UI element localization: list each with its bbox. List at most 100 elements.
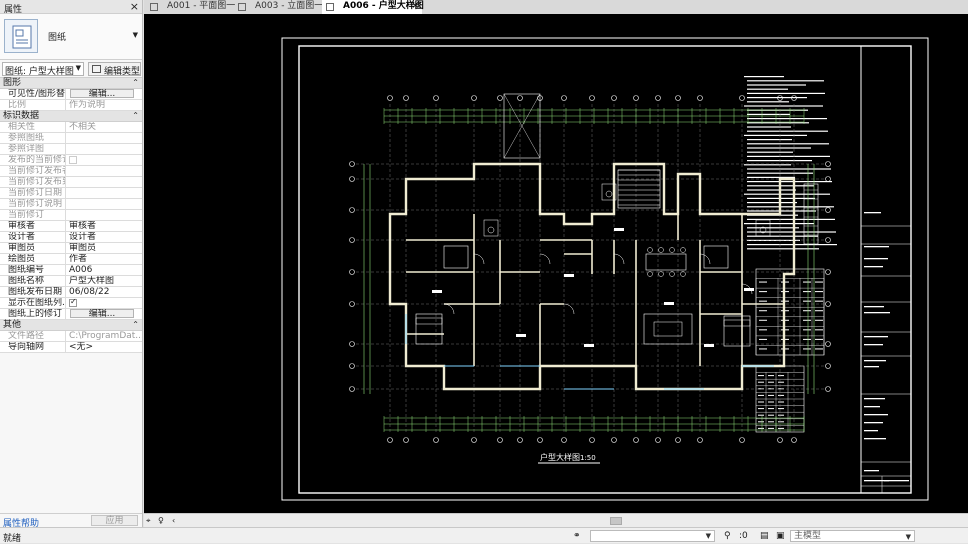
property-value: 户型大样图: [69, 276, 115, 286]
tab-a006[interactable]: A006 - 户型大样图 ×: [322, 0, 424, 14]
property-row[interactable]: 参照图纸: [0, 133, 142, 144]
property-value: [66, 177, 142, 187]
grid-bubble: [589, 437, 595, 443]
schedule-cell-mark: [803, 319, 811, 321]
revisions-edit-button[interactable]: 编辑...: [70, 309, 134, 319]
property-row[interactable]: 可见性/图形替换 编辑...: [0, 89, 142, 100]
note-line: [747, 84, 806, 86]
apply-button[interactable]: 应用: [91, 515, 138, 526]
chevron-left-icon[interactable]: ‹: [172, 516, 175, 525]
tab-a001[interactable]: A001 - 平面图一: [146, 0, 235, 14]
property-row[interactable]: 显示在图纸列...: [0, 298, 142, 309]
property-key: 相关性: [0, 122, 66, 132]
sheet-outer-frame: [281, 37, 929, 501]
title-block-text-line: [864, 438, 886, 440]
tab-a003[interactable]: A003 - 立面图一: [234, 0, 323, 14]
section-identity-label: 标识数据: [3, 111, 40, 121]
workset-dropdown[interactable]: ▼: [590, 530, 715, 542]
design-option-icon[interactable]: ▤: [760, 531, 769, 541]
grid-bubble: [825, 363, 831, 369]
schedule-cell-mark: [768, 375, 774, 377]
property-row[interactable]: 审核者 审核者: [0, 221, 142, 232]
close-icon[interactable]: ×: [411, 0, 419, 13]
property-value: 审图员: [69, 243, 97, 253]
section-graphics[interactable]: 图形 ⌃: [0, 78, 142, 89]
note-line: [747, 151, 793, 153]
schedule-cell-mark: [759, 338, 767, 340]
property-row[interactable]: 参照详图: [0, 144, 142, 155]
type-selector[interactable]: 图纸 ▼: [0, 14, 142, 60]
grid-bubble: [697, 95, 703, 101]
property-row[interactable]: 文件路径 C:\ProgramDat...: [0, 331, 142, 342]
property-row[interactable]: 当前修订发布到: [0, 177, 142, 188]
drawing-canvas[interactable]: 户型大样图 1:50: [144, 14, 968, 513]
view-scale: 1:50: [580, 454, 596, 462]
title-block-text-line: [864, 366, 879, 368]
main-model-dropdown[interactable]: 主模型 ▼: [790, 530, 915, 542]
workset-icon[interactable]: ⚭: [573, 531, 581, 541]
grid-bubble: [561, 95, 567, 101]
property-row[interactable]: 导向轴网 <无>: [0, 342, 142, 353]
property-row[interactable]: 比例 作为说明: [0, 100, 142, 111]
schedule-cell-mark: [815, 310, 823, 312]
collapse-icon[interactable]: ⌃: [132, 320, 139, 330]
section-other-label: 其他: [3, 320, 22, 330]
property-row[interactable]: 设计者 设计者: [0, 232, 142, 243]
sheet-icon: [150, 3, 158, 11]
note-line: [744, 223, 814, 225]
property-row[interactable]: 图纸发布日期 06/08/22: [0, 287, 142, 298]
note-line: [747, 101, 789, 103]
property-row[interactable]: 图纸名称 户型大样图: [0, 276, 142, 287]
instance-filter-dropdown[interactable]: 图纸: 户型大样图 ▼: [2, 62, 84, 76]
chevron-down-icon[interactable]: ▼: [133, 31, 138, 39]
property-row[interactable]: 当前修订日期: [0, 188, 142, 199]
property-row[interactable]: 绘图员 作者: [0, 254, 142, 265]
property-row[interactable]: 图纸上的修订 编辑...: [0, 309, 142, 320]
schedule-cell-mark: [778, 414, 784, 416]
chevron-down-icon: ▼: [705, 532, 711, 540]
property-row[interactable]: 相关性 不相关: [0, 122, 142, 133]
note-line: [747, 160, 812, 162]
grid-bubble: [611, 95, 617, 101]
property-value: 06/08/22: [69, 287, 110, 297]
bed: [443, 245, 469, 269]
collapse-icon[interactable]: ⌃: [132, 111, 139, 121]
grid-bubble: [633, 95, 639, 101]
section-identity[interactable]: 标识数据 ⌃: [0, 111, 142, 122]
bulb-icon[interactable]: ♀: [158, 516, 164, 525]
schedule-cell-mark: [768, 414, 774, 416]
property-value[interactable]: <无>: [66, 342, 142, 352]
note-line: [747, 206, 834, 208]
visual-style-icon[interactable]: ⌖: [146, 516, 151, 526]
schedule-cell-mark: [815, 281, 823, 283]
show-in-sheet-list-checkbox[interactable]: [69, 298, 77, 307]
section-other[interactable]: 其他 ⌃: [0, 320, 142, 331]
property-row[interactable]: 当前修订说明: [0, 199, 142, 210]
chair: [669, 247, 675, 253]
visibility-edit-button[interactable]: 编辑...: [70, 89, 134, 99]
property-key: 文件路径: [0, 331, 66, 341]
view-control-bar: ⌖ ♀ ‹: [144, 513, 968, 527]
schedule-cell-mark: [803, 338, 811, 340]
grid-bubble: [739, 95, 745, 101]
title-block-text-line: [864, 212, 881, 214]
properties-footer: 属性帮助 应用: [0, 513, 142, 529]
filter-icon[interactable]: ⚲: [724, 531, 731, 541]
schedule-cell-mark: [758, 375, 764, 377]
property-row[interactable]: 发布的当前修订: [0, 155, 142, 166]
tab-label: A001 - 平面图一: [167, 1, 236, 11]
grid-bubble: [387, 437, 393, 443]
properties-header: 属性 ×: [0, 0, 142, 15]
property-row[interactable]: 当前修订: [0, 210, 142, 221]
property-value: 编辑...: [66, 309, 142, 319]
door-swing: [699, 253, 711, 265]
edit-type-button[interactable]: 编辑类型: [88, 62, 141, 77]
horizontal-scrollbar-thumb[interactable]: [610, 517, 622, 525]
note-line: [747, 155, 830, 157]
property-row[interactable]: 审图员 审图员: [0, 243, 142, 254]
close-icon[interactable]: ×: [130, 0, 139, 13]
collapse-icon[interactable]: ⌃: [132, 78, 139, 88]
property-row[interactable]: 当前修订发布者: [0, 166, 142, 177]
general-notes: [744, 76, 837, 250]
property-row[interactable]: 图纸编号 A006: [0, 265, 142, 276]
